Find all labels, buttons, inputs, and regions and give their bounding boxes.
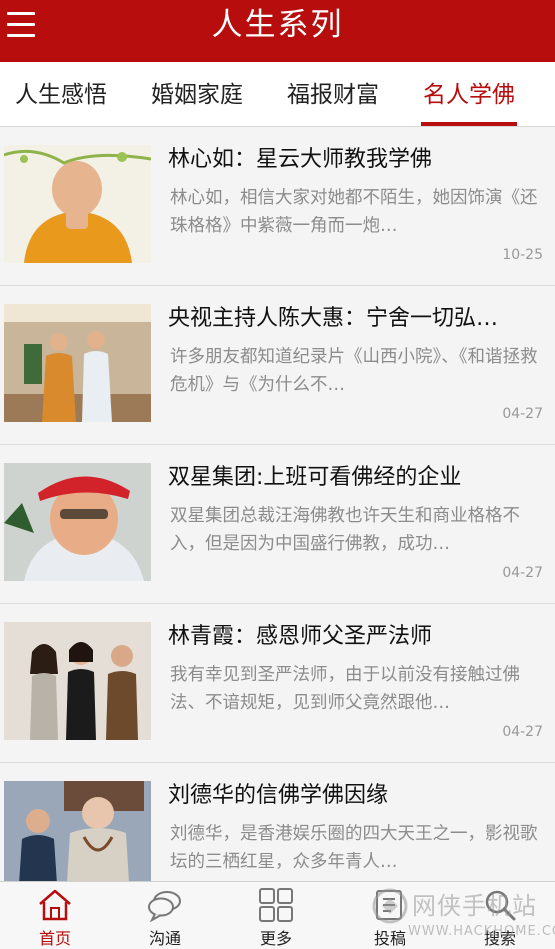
nav-chat[interactable]: 沟通 (110, 882, 220, 949)
tab-fortune-wealth[interactable]: 福报财富 (287, 62, 379, 126)
article-date: 04-27 (502, 724, 543, 740)
nav-submit[interactable]: 投稿 (335, 882, 445, 949)
article-summary: 我有幸见到圣严法师，由于以前没有接触过佛法、不谙规矩，见到师父竟然跟他… (170, 665, 520, 713)
category-tabs: 人生感悟 婚姻家庭 福报财富 名人学佛 (0, 62, 555, 127)
list-item[interactable]: 林青霞：感恩师父圣严法师 我有幸见到圣严法师，由于以前没有接触过佛法、不谙规矩，… (0, 604, 555, 763)
article-thumbnail (4, 145, 151, 263)
grid-icon (259, 888, 293, 922)
article-summary: 双星集团总裁汪海佛教也许天生和商业格格不入，但是因为中国盛行佛教，成功… (170, 506, 520, 554)
tab-celebrity-buddhism[interactable]: 名人学佛 (421, 62, 517, 126)
nav-chat-label: 沟通 (148, 929, 181, 948)
article-title: 林心如：星云大师教我学佛 (168, 147, 433, 172)
page-title: 人生系列 (211, 7, 344, 43)
article-title: 双星集团:上班可看佛经的企业 (168, 465, 462, 490)
article-summary: 许多朋友都知道纪录片《山西小院》、《和谐拯救危机》与《为什么不… (170, 347, 538, 395)
article-date: 04-27 (502, 406, 543, 422)
app-header: 人生系列 (0, 0, 555, 62)
search-icon (485, 890, 516, 921)
article-thumbnail (4, 304, 151, 422)
list-item[interactable]: 央视主持人陈大惠：宁舍一切弘… 许多朋友都知道纪录片《山西小院》、《和谐拯救危机… (0, 286, 555, 445)
article-summary: 刘德华，是香港娱乐圈的四大天王之一，影视歌坛的三栖红星，众多年青人… (170, 824, 538, 872)
tab-life-insight[interactable]: 人生感悟 (15, 62, 107, 126)
list-item[interactable]: 林心如：星云大师教我学佛 林心如，相信大家对她都不陌生，她因饰演《还珠格格》中紫… (0, 127, 555, 286)
nav-search[interactable]: 搜索 (445, 882, 555, 949)
article-date: 10-25 (502, 247, 543, 263)
article-summary: 林心如，相信大家对她都不陌生，她因饰演《还珠格格》中紫薇一角而一炮… (170, 188, 538, 236)
chat-icon (148, 891, 181, 922)
list-item[interactable]: 双星集团:上班可看佛经的企业 双星集团总裁汪海佛教也许天生和商业格格不入，但是因… (0, 445, 555, 604)
nav-more[interactable]: 更多 (221, 882, 331, 949)
article-title: 林青霞：感恩师父圣严法师 (168, 624, 433, 649)
nav-search-label: 搜索 (483, 929, 516, 948)
article-title: 央视主持人陈大惠：宁舍一切弘… (168, 306, 499, 331)
tab-marriage-family[interactable]: 婚姻家庭 (151, 62, 243, 126)
article-title: 刘德华的信佛学佛因缘 (168, 783, 389, 808)
nav-home[interactable]: 首页 (0, 882, 110, 949)
submit-icon (376, 890, 402, 920)
home-icon (39, 889, 71, 921)
bottom-navigation: 首页 沟通 更多 投稿 搜索 (0, 881, 555, 949)
nav-more-label: 更多 (259, 929, 292, 948)
article-date: 04-27 (502, 565, 543, 581)
article-thumbnail (4, 463, 151, 581)
nav-home-label: 首页 (38, 929, 71, 948)
article-thumbnail (4, 622, 151, 740)
nav-submit-label: 投稿 (373, 929, 406, 948)
